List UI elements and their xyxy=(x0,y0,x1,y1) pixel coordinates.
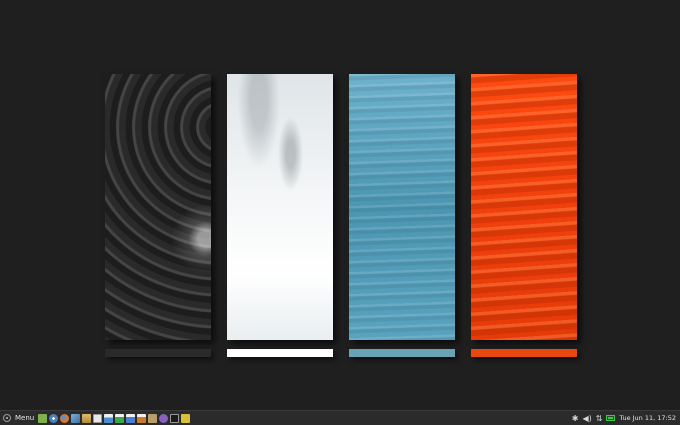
clock[interactable]: Tue Jun 11, 17:52 xyxy=(619,414,676,422)
firefox-icon[interactable] xyxy=(60,413,70,423)
software-manager-icon[interactable] xyxy=(159,413,169,423)
chromium-icon[interactable] xyxy=(49,413,59,423)
show-desktop-icon[interactable] xyxy=(38,413,48,423)
color-swatch-blue xyxy=(349,349,455,357)
color-swatch-dark xyxy=(105,349,211,357)
network-icon[interactable]: ⇅ xyxy=(596,414,603,423)
wallpaper-panel-dark-metal xyxy=(105,74,211,340)
color-swatch-orange xyxy=(471,349,577,357)
writer-icon[interactable] xyxy=(126,413,136,423)
wallpaper-panel-orange-sand xyxy=(471,74,577,340)
file-manager-icon[interactable] xyxy=(82,413,92,423)
document-viewer-icon[interactable] xyxy=(104,413,114,423)
volume-icon[interactable]: ◀) xyxy=(582,414,591,423)
archive-icon[interactable] xyxy=(148,413,158,423)
bluetooth-icon[interactable]: ✱ xyxy=(572,414,579,423)
taskbar-panel: Menu ✱ ◀) ⇅ Tue Jun 11, 17:52 xyxy=(0,410,680,425)
menu-button[interactable]: Menu xyxy=(0,412,38,425)
image-viewer-icon[interactable] xyxy=(71,413,81,423)
system-tray: ✱ ◀) ⇅ Tue Jun 11, 17:52 xyxy=(572,414,680,423)
menu-label: Menu xyxy=(15,414,35,422)
desktop-background xyxy=(0,0,680,410)
color-swatch-white xyxy=(227,349,333,357)
wallpaper-panel-white-water xyxy=(227,74,333,340)
panel-launchers xyxy=(38,413,191,423)
battery-icon[interactable] xyxy=(606,415,616,421)
wallpaper-panel-blue-water xyxy=(349,74,455,340)
terminal-icon[interactable] xyxy=(170,413,180,423)
text-editor-icon[interactable] xyxy=(93,413,103,423)
presentation-icon[interactable] xyxy=(137,413,147,423)
mint-logo-icon xyxy=(3,414,11,422)
notes-icon[interactable] xyxy=(181,413,191,423)
spreadsheet-icon[interactable] xyxy=(115,413,125,423)
